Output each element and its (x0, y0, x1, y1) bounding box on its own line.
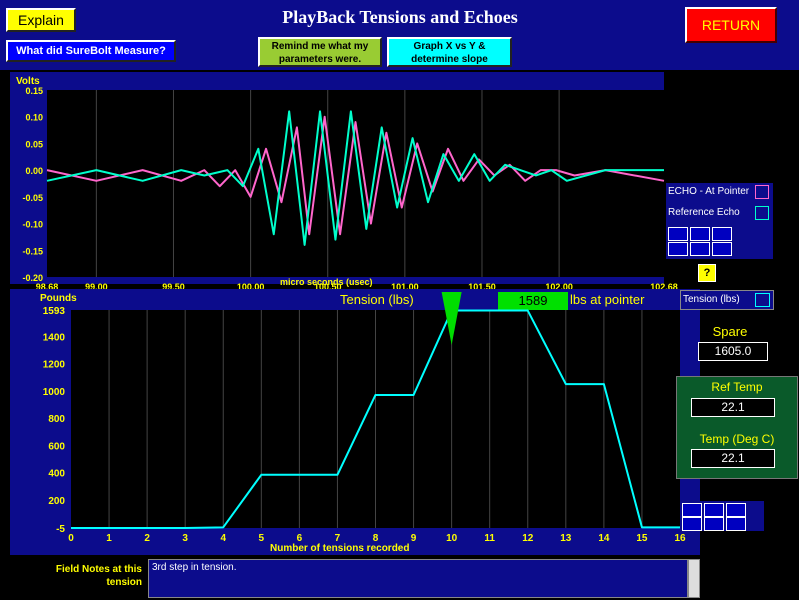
x-tick-label: 1 (106, 533, 112, 544)
temperature-panel: Ref Temp 22.1 Temp (Deg C) 22.1 (676, 376, 798, 479)
echo-legend: ECHO - At Pointer Reference Echo (666, 183, 773, 259)
ref-temp-label: Ref Temp (711, 380, 763, 394)
x-tick-label: 3 (182, 533, 188, 544)
spare-value: 1605.0 (698, 342, 768, 361)
y-tick-label: 0.05 (25, 139, 43, 149)
x-tick-label: 2 (144, 533, 150, 544)
what-measured-button[interactable]: What did SureBolt Measure? (6, 40, 176, 62)
y-tick-label: 800 (48, 414, 65, 425)
y-tick-label: -5 (56, 524, 65, 535)
temp-label: Temp (Deg C) (699, 432, 775, 446)
x-tick-label: 7 (335, 533, 341, 544)
echo-zoom-tools[interactable] (668, 227, 750, 256)
legend-reference-echo: Reference Echo (668, 207, 740, 218)
y-tick-label: -0.15 (22, 246, 43, 256)
y-tick-label: 1200 (43, 360, 66, 371)
tension-legend-label: Tension (lbs) (683, 294, 740, 305)
y-tick-label: 1000 (43, 387, 66, 398)
y-tick-label: 0.10 (25, 113, 43, 123)
field-notes-label: Field Notes at this tension (55, 564, 142, 588)
zoom-y-tool-icon[interactable] (668, 242, 688, 256)
y-tick-label: 600 (48, 441, 65, 452)
x-tick-label: 11 (484, 533, 495, 544)
graph-xy-button[interactable]: Graph X vs Y & determine slope (387, 37, 512, 67)
remind-parameters-button[interactable]: Remind me what my parameters were. (258, 37, 382, 67)
y-tick-label: 200 (48, 496, 65, 507)
zoom-tool-icon[interactable] (726, 503, 746, 517)
plot-area (47, 90, 664, 277)
hand-tool-icon[interactable] (712, 242, 732, 256)
x-tick-label: 14 (598, 533, 610, 544)
temp-value: 22.1 (691, 449, 775, 468)
y-tick-label: 0.15 (25, 86, 43, 96)
x-tick-label: 15 (636, 533, 648, 544)
pan-tool-icon[interactable] (668, 227, 688, 241)
help-button[interactable]: ? (698, 264, 716, 282)
y-tick-label: 1400 (43, 332, 66, 343)
scale-tool-icon[interactable] (690, 242, 710, 256)
explain-button[interactable]: Explain (6, 8, 76, 32)
tension-legend: Tension (lbs) (680, 290, 774, 310)
zoom-tool-icon[interactable] (712, 227, 732, 241)
legend-swatch-cyan (755, 206, 769, 220)
y-tick-label: -0.10 (22, 220, 43, 230)
y-tick-label: -0.05 (22, 193, 43, 203)
zoom-y-tool-icon[interactable] (682, 517, 702, 531)
return-button[interactable]: RETURN (685, 7, 777, 43)
x-tick-label: 8 (373, 533, 379, 544)
ref-temp-value: 22.1 (691, 398, 775, 417)
x-tick-label: 4 (220, 533, 226, 544)
x-tick-label: 0 (68, 533, 74, 544)
tension-legend-swatch (755, 293, 770, 307)
scale-tool-icon[interactable] (704, 517, 724, 531)
y-tick-label: 1593 (43, 306, 66, 317)
hand-tool-icon[interactable] (726, 517, 746, 531)
notes-scrollbar[interactable] (688, 559, 700, 598)
legend-echo-at-pointer: ECHO - At Pointer (668, 186, 750, 197)
x-tick-label: 9 (411, 533, 417, 544)
tension-zoom-tools[interactable] (680, 501, 764, 531)
field-notes-text[interactable]: 3rd step in tension. (148, 559, 688, 598)
zoom-x-tool-icon[interactable] (690, 227, 710, 241)
x-tick-label: 12 (522, 533, 534, 544)
y-tick-label: -0.20 (22, 273, 43, 283)
x-tick-label: 6 (297, 533, 303, 544)
x-tick-label: 13 (560, 533, 572, 544)
x-tick-label: 16 (674, 533, 686, 544)
x-tick-label: 5 (259, 533, 265, 544)
zoom-x-tool-icon[interactable] (704, 503, 724, 517)
x-tick-label: 10 (446, 533, 458, 544)
legend-swatch-pink (755, 185, 769, 199)
pan-tool-icon[interactable] (682, 503, 702, 517)
y-tick-label: 0.00 (25, 166, 43, 176)
y-tick-label: 400 (48, 469, 65, 480)
spare-label: Spare (712, 324, 748, 339)
page-title: PlayBack Tensions and Echoes (282, 7, 518, 27)
